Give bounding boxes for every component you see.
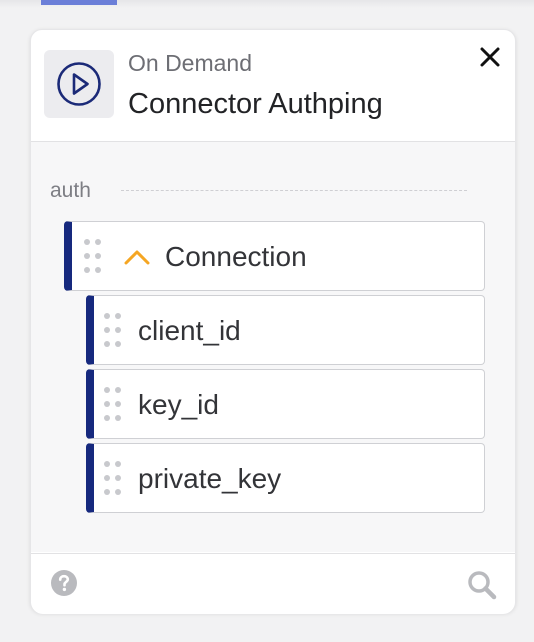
panel-header: On Demand Connector Authping [31, 30, 515, 142]
drag-handle-icon[interactable] [104, 313, 122, 349]
search-button[interactable] [466, 569, 498, 601]
drag-handle-icon[interactable] [104, 461, 122, 497]
trigger-type-label: On Demand [128, 50, 253, 76]
search-icon [468, 571, 497, 600]
field-label: Connection [165, 241, 307, 272]
field-label: client_id [138, 315, 241, 346]
field-private-key[interactable]: private_key [86, 443, 485, 513]
field-client-id[interactable]: client_id [86, 295, 485, 365]
close-button[interactable] [478, 45, 502, 69]
question-circle-icon [51, 570, 77, 596]
field-label: key_id [138, 389, 219, 420]
panel-footer [31, 553, 515, 614]
section-label: auth [50, 179, 91, 202]
step-title: Connector Authping [128, 88, 383, 120]
panel-body: auth Connection client_id key_id private… [31, 142, 515, 552]
field-label: private_key [138, 463, 282, 494]
active-tab-indicator [41, 0, 117, 5]
chevron-up-icon[interactable] [122, 246, 152, 268]
trigger-icon-box [44, 50, 114, 118]
help-button[interactable] [50, 569, 78, 597]
close-icon [480, 47, 500, 67]
play-circle-icon [57, 62, 101, 106]
drag-handle-icon[interactable] [84, 239, 102, 275]
section-divider [121, 190, 467, 191]
step-panel: On Demand Connector Authping auth Connec… [30, 29, 516, 614]
drag-handle-icon[interactable] [104, 387, 122, 423]
field-key-id[interactable]: key_id [86, 369, 485, 439]
field-connection[interactable]: Connection [64, 221, 485, 291]
